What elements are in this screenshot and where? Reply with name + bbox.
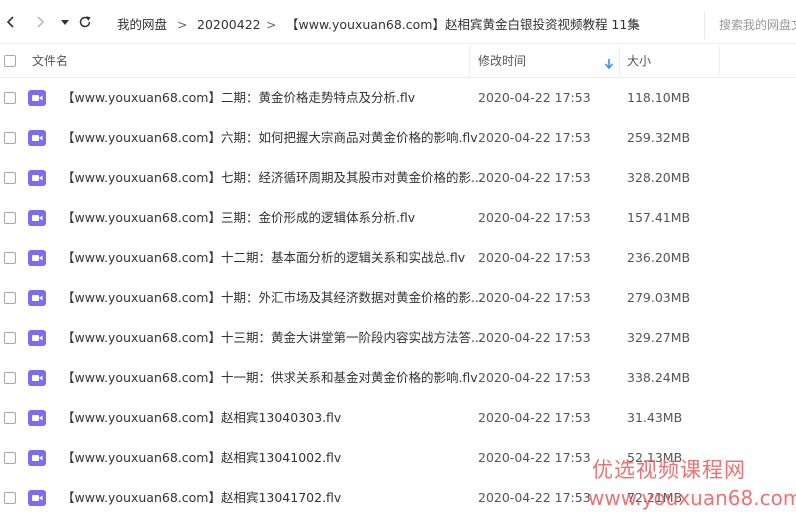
breadcrumb-separator: > (630, 17, 641, 32)
file-modified: 2020-04-22 17:53 (478, 210, 591, 225)
file-size: 157.41MB (627, 210, 691, 225)
column-name-header[interactable]: 文件名 (32, 54, 68, 68)
file-row[interactable]: 【www.youxuan68.com】赵相宾13041702.flv 2020-… (0, 478, 796, 518)
video-file-icon (28, 170, 46, 186)
row-checkbox[interactable] (4, 492, 16, 504)
row-checkbox[interactable] (4, 372, 16, 384)
breadcrumb-separator: > (266, 17, 277, 32)
breadcrumb-folder-date[interactable]: 20200422 (197, 18, 261, 32)
search-input[interactable] (719, 17, 796, 33)
file-name[interactable]: 【www.youxuan68.com】赵相宾13040303.flv (62, 411, 341, 425)
file-row[interactable]: 【www.youxuan68.com】赵相宾13041002.flv 2020-… (0, 438, 796, 478)
history-dropdown-icon[interactable] (58, 15, 72, 29)
file-size: 279.03MB (627, 290, 691, 305)
row-checkbox[interactable] (4, 132, 16, 144)
file-modified: 2020-04-22 17:53 (478, 90, 591, 105)
breadcrumb-current-folder[interactable]: 【www.youxuan68.com】赵相宾黄金白银投资视频教程 11集 (286, 18, 640, 32)
file-row[interactable]: 【www.youxuan68.com】十一期：供求关系和基金对黄金价格的影响.f… (0, 358, 796, 398)
video-file-icon (28, 130, 46, 146)
file-browser: 我的网盘 > 20200422 > 【www.youxuan68.com】赵相宾… (0, 0, 796, 530)
file-size: 72.21MB (627, 490, 683, 505)
row-checkbox[interactable] (4, 452, 16, 464)
file-modified: 2020-04-22 17:53 (478, 410, 591, 425)
row-checkbox[interactable] (4, 292, 16, 304)
column-divider[interactable] (469, 46, 470, 76)
file-size: 118.10MB (627, 90, 691, 105)
file-modified: 2020-04-22 17:53 (478, 330, 591, 345)
file-size: 236.20MB (627, 250, 691, 265)
video-file-icon (28, 330, 46, 346)
file-name[interactable]: 【www.youxuan68.com】七期：经济循环周期及其股市对黄金价格的影.… (62, 171, 483, 185)
back-arrow-icon[interactable] (4, 15, 18, 29)
file-row[interactable]: 【www.youxuan68.com】赵相宾13040303.flv 2020-… (0, 398, 796, 438)
file-name[interactable]: 【www.youxuan68.com】十一期：供求关系和基金对黄金价格的影响.f… (62, 371, 478, 385)
file-name[interactable]: 【www.youxuan68.com】三期：金价形成的逻辑体系分析.flv (62, 211, 415, 225)
file-name[interactable]: 【www.youxuan68.com】二期：黄金价格走势特点及分析.flv (62, 91, 415, 105)
search-box (704, 11, 796, 39)
navigation-bar: 我的网盘 > 20200422 > 【www.youxuan68.com】赵相宾… (0, 0, 796, 44)
file-modified: 2020-04-22 17:53 (478, 490, 591, 505)
video-file-icon (28, 250, 46, 266)
column-modified-header[interactable]: 修改时间 (478, 54, 526, 68)
file-name[interactable]: 【www.youxuan68.com】十三期：黄金大讲堂第一阶段内容实战方法答.… (62, 331, 483, 345)
column-divider[interactable] (619, 46, 620, 76)
file-size: 338.24MB (627, 370, 691, 385)
file-name[interactable]: 【www.youxuan68.com】赵相宾13041002.flv (62, 451, 341, 465)
file-row[interactable]: 【www.youxuan68.com】三期：金价形成的逻辑体系分析.flv 20… (0, 198, 796, 238)
sort-descending-icon[interactable] (604, 55, 614, 74)
file-size: 328.20MB (627, 170, 691, 185)
file-modified: 2020-04-22 17:53 (478, 370, 591, 385)
video-file-icon (28, 370, 46, 386)
file-row[interactable]: 【www.youxuan68.com】十三期：黄金大讲堂第一阶段内容实战方法答.… (0, 318, 796, 358)
row-checkbox[interactable] (4, 212, 16, 224)
file-modified: 2020-04-22 17:53 (478, 290, 591, 305)
file-modified: 2020-04-22 17:53 (478, 250, 591, 265)
file-size: 52.13MB (627, 450, 683, 465)
file-modified: 2020-04-22 17:53 (478, 170, 591, 185)
video-file-icon (28, 290, 46, 306)
file-size: 259.32MB (627, 130, 691, 145)
breadcrumb-separator: > (177, 17, 188, 32)
file-modified: 2020-04-22 17:53 (478, 130, 591, 145)
file-name[interactable]: 【www.youxuan68.com】赵相宾13041702.flv (62, 491, 341, 505)
video-file-icon (28, 410, 46, 426)
file-name[interactable]: 【www.youxuan68.com】六期：如何把握大宗商品对黄金价格的影响.f… (62, 131, 478, 145)
video-file-icon (28, 490, 46, 506)
video-file-icon (28, 210, 46, 226)
file-name[interactable]: 【www.youxuan68.com】十期：外汇市场及其经济数据对黄金价格的影.… (62, 291, 483, 305)
file-row[interactable]: 【www.youxuan68.com】十期：外汇市场及其经济数据对黄金价格的影.… (0, 278, 796, 318)
refresh-icon[interactable] (78, 15, 92, 29)
row-checkbox[interactable] (4, 252, 16, 264)
file-row[interactable]: 【www.youxuan68.com】二期：黄金价格走势特点及分析.flv 20… (0, 78, 796, 118)
file-row[interactable]: 【www.youxuan68.com】七期：经济循环周期及其股市对黄金价格的影.… (0, 158, 796, 198)
column-divider[interactable] (719, 46, 720, 76)
row-checkbox[interactable] (4, 172, 16, 184)
column-header: 文件名 修改时间 大小 (0, 44, 796, 78)
breadcrumb-root[interactable]: 我的网盘 (117, 18, 167, 32)
video-file-icon (28, 90, 46, 106)
file-row[interactable]: 【www.youxuan68.com】十二期：基本面分析的逻辑关系和实战总.fl… (0, 238, 796, 278)
file-modified: 2020-04-22 17:53 (478, 450, 591, 465)
select-all-checkbox[interactable] (4, 55, 16, 67)
file-name[interactable]: 【www.youxuan68.com】十二期：基本面分析的逻辑关系和实战总.fl… (62, 251, 465, 265)
file-row[interactable]: 【www.youxuan68.com】六期：如何把握大宗商品对黄金价格的影响.f… (0, 118, 796, 158)
file-size: 31.43MB (627, 410, 683, 425)
file-size: 329.27MB (627, 330, 691, 345)
forward-arrow-icon[interactable] (33, 15, 47, 29)
video-file-icon (28, 450, 46, 466)
column-size-header[interactable]: 大小 (627, 54, 651, 68)
row-checkbox[interactable] (4, 412, 16, 424)
row-checkbox[interactable] (4, 92, 16, 104)
row-checkbox[interactable] (4, 332, 16, 344)
